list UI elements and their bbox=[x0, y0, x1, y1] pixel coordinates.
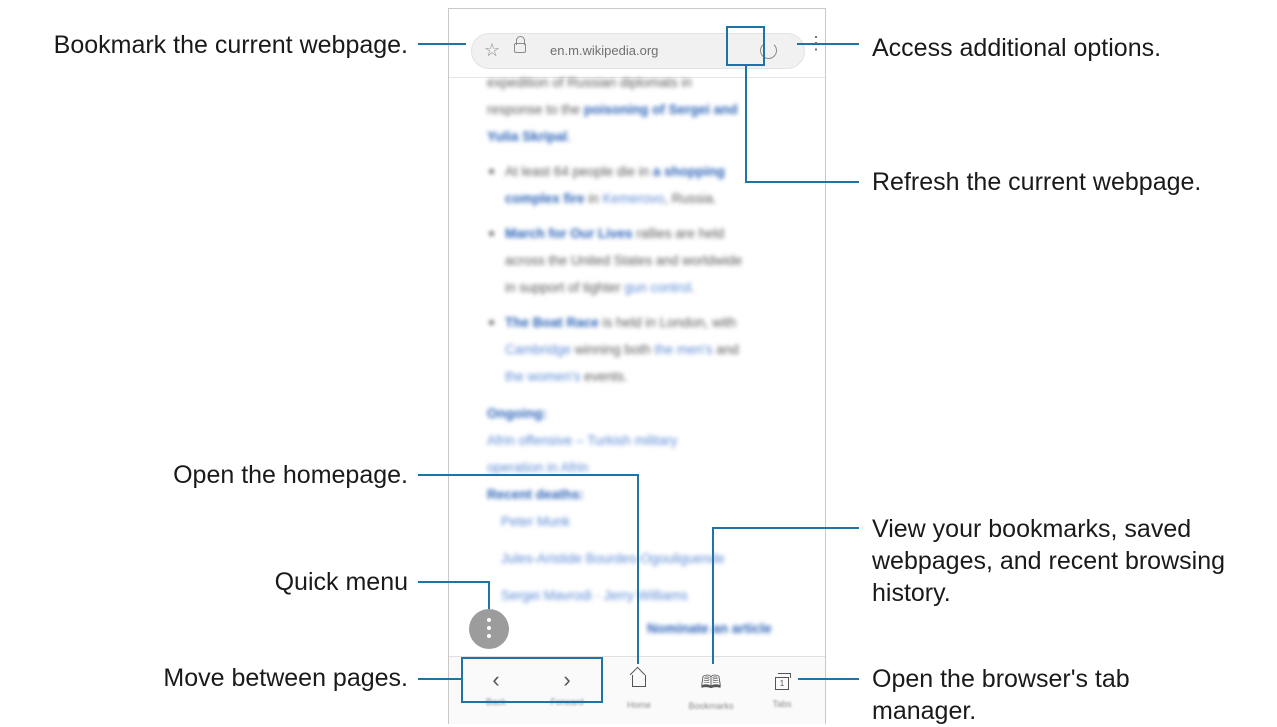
nav-highlight bbox=[461, 657, 603, 703]
content-link[interactable]: Afrin offensive – Turkish military bbox=[487, 427, 807, 454]
callout-options: Access additional options. bbox=[872, 34, 1162, 62]
callout-refresh: Refresh the current webpage. bbox=[872, 168, 1202, 196]
content-text: winning both bbox=[574, 342, 651, 357]
content-heading: Ongoing: bbox=[487, 406, 547, 421]
callout-bookmarks-line3: history. bbox=[872, 579, 951, 607]
content-link[interactable]: poisoning of Sergei and bbox=[584, 102, 738, 117]
content-text: and bbox=[716, 342, 739, 357]
content-text: across the United States and worldwide bbox=[505, 253, 743, 268]
content-text: in support of tighter bbox=[505, 280, 621, 295]
callout-bookmarks-view: View your bookmarks, saved webpages, and… bbox=[872, 513, 1225, 609]
list-item: March for Our Lives rallies are held acr… bbox=[487, 220, 807, 301]
leader-line bbox=[418, 678, 462, 680]
content-link[interactable]: Sergei Mavrodi · Jerry Williams bbox=[487, 582, 807, 609]
leader-line bbox=[712, 527, 714, 664]
leader-line bbox=[418, 581, 490, 583]
content-text: events. bbox=[584, 369, 628, 384]
book-icon: 🕮 bbox=[700, 672, 722, 692]
content-link[interactable]: the men's bbox=[654, 342, 712, 357]
callout-homepage: Open the homepage. bbox=[173, 461, 408, 489]
leader-line bbox=[418, 43, 466, 45]
quick-menu-button[interactable] bbox=[469, 609, 509, 649]
leader-line bbox=[797, 43, 859, 45]
callout-tab-line2: manager. bbox=[872, 697, 977, 725]
tabs-button[interactable]: 1 Tabs bbox=[752, 657, 812, 709]
leader-line bbox=[712, 527, 859, 529]
star-icon[interactable]: ☆ bbox=[484, 40, 500, 61]
leader-line bbox=[418, 474, 639, 476]
leader-line bbox=[745, 66, 747, 182]
leader-line bbox=[637, 474, 639, 664]
content-link[interactable]: The Boat Race bbox=[505, 315, 599, 330]
content-text: is held in London, with bbox=[602, 315, 737, 330]
home-button[interactable]: Home bbox=[609, 657, 669, 710]
content-link[interactable]: the women's bbox=[505, 369, 580, 384]
url-text[interactable]: en.m.wikipedia.org bbox=[550, 43, 658, 58]
leader-line bbox=[488, 581, 490, 609]
home-label: Home bbox=[626, 700, 651, 710]
content-link[interactable]: March for Our Lives bbox=[505, 226, 633, 241]
callout-quick-menu: Quick menu bbox=[274, 568, 408, 596]
more-vertical-icon bbox=[487, 618, 491, 622]
page-content: expedition of Russian diplomats in respo… bbox=[487, 69, 807, 642]
content-link[interactable]: operation in Afrin bbox=[487, 454, 807, 481]
content-link[interactable]: Jules-Aristide Bourdes-Ogouliguende bbox=[487, 545, 807, 572]
content-text: in bbox=[588, 191, 599, 206]
leader-line bbox=[745, 181, 859, 183]
content-heading: Recent deaths: bbox=[487, 487, 584, 502]
content-link[interactable]: Nominate an article bbox=[487, 615, 807, 642]
list-item: At least 64 people die in a shopping com… bbox=[487, 158, 807, 212]
bookmarks-button[interactable]: 🕮 Bookmarks bbox=[681, 657, 741, 711]
content-link[interactable]: a shopping bbox=[653, 164, 725, 179]
callout-tab-manager: Open the browser's tab manager. bbox=[872, 663, 1130, 727]
content-link[interactable]: Kemerovo bbox=[603, 191, 665, 206]
lock-icon bbox=[514, 36, 526, 53]
bookmarks-label: Bookmarks bbox=[688, 701, 734, 711]
leader-line bbox=[798, 678, 859, 680]
content-text: response to the bbox=[487, 102, 581, 117]
content-link[interactable]: Yulia Skripal bbox=[487, 129, 567, 144]
callout-bookmarks-line2: webpages, and recent browsing bbox=[872, 547, 1226, 575]
content-link[interactable]: Peter Munk bbox=[487, 508, 807, 535]
content-text: At least 64 people die in bbox=[505, 164, 650, 179]
content-line: response to the poisoning of Sergei and bbox=[487, 96, 807, 123]
callout-move-pages: Move between pages. bbox=[163, 664, 408, 692]
refresh-highlight bbox=[726, 26, 765, 66]
content-text: , Russia. bbox=[664, 191, 717, 206]
content-link[interactable]: Cambridge bbox=[505, 342, 571, 357]
content-line: Yulia Skripal. bbox=[487, 129, 572, 144]
callout-bookmark: Bookmark the current webpage. bbox=[53, 31, 408, 59]
tabs-label: Tabs bbox=[772, 699, 792, 709]
list-item: The Boat Race is held in London, with Ca… bbox=[487, 309, 807, 390]
callout-tab-line1: Open the browser's tab bbox=[872, 665, 1130, 693]
content-text: rallies are held bbox=[636, 226, 725, 241]
home-icon bbox=[632, 675, 646, 687]
content-link[interactable]: complex fire bbox=[505, 191, 585, 206]
callout-bookmarks-line1: View your bookmarks, saved bbox=[872, 515, 1192, 543]
content-link[interactable]: gun control bbox=[624, 280, 691, 295]
content-line: expedition of Russian diplomats in bbox=[487, 75, 692, 90]
tabs-icon: 1 bbox=[775, 673, 791, 690]
